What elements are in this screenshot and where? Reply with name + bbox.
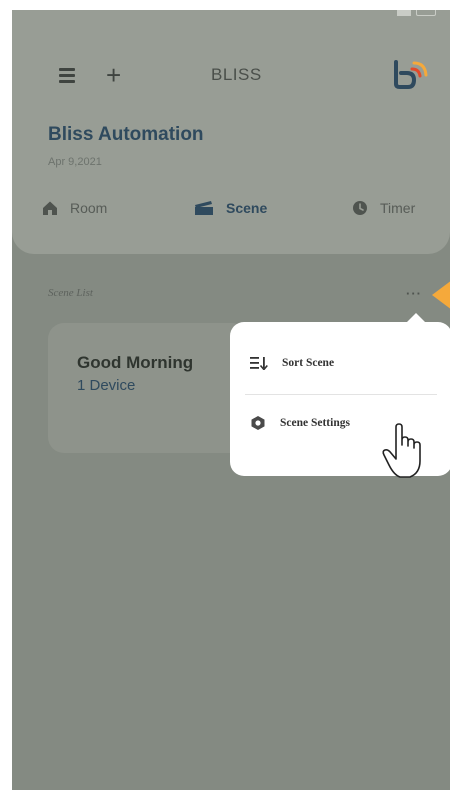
clock-icon <box>353 201 367 215</box>
header-card: + BLISS Bliss Automation Apr 9,2021 Room… <box>12 10 450 254</box>
status-bar-icons <box>397 10 436 16</box>
app-title: BLISS <box>211 65 262 84</box>
company-name: Bliss Automation <box>48 124 204 145</box>
tab-bar: Room Scene Timer <box>42 200 442 226</box>
tab-timer-label: Timer <box>380 200 416 216</box>
tab-room[interactable]: Room <box>42 200 107 216</box>
sort-icon <box>250 357 268 370</box>
clapperboard-icon <box>195 201 213 215</box>
hexagon-settings-icon <box>251 416 265 430</box>
scene-list-label: Scene List <box>48 287 93 299</box>
highlight-arrow-icon <box>432 280 450 310</box>
menu-item-label: Scene Settings <box>280 417 350 429</box>
menu-item-sort-scene[interactable]: Sort Scene <box>250 356 334 370</box>
tab-timer[interactable]: Timer <box>352 200 415 216</box>
house-icon <box>43 201 57 215</box>
tab-scene-label: Scene <box>226 200 268 216</box>
menu-item-label: Sort Scene <box>282 357 335 369</box>
battery-icon <box>416 10 436 16</box>
more-options-icon[interactable]: ··· <box>406 286 422 301</box>
hand-pointer-icon <box>382 423 421 478</box>
add-icon[interactable]: + <box>106 62 121 88</box>
menu-item-scene-settings[interactable]: Scene Settings <box>250 415 350 431</box>
date-label: Apr 9,2021 <box>48 156 102 168</box>
bliss-logo-icon <box>394 60 428 89</box>
signal-icon <box>397 10 411 16</box>
app-screen: + BLISS Bliss Automation Apr 9,2021 Room… <box>12 10 450 790</box>
menu-divider <box>245 394 437 395</box>
tab-room-label: Room <box>70 200 108 216</box>
hamburger-menu-icon[interactable] <box>59 68 75 83</box>
scene-name: Good Morning <box>77 353 194 372</box>
scene-device-count: 1 Device <box>77 377 136 394</box>
scene-card[interactable]: Good Morning 1 Device <box>48 323 248 453</box>
tab-scene[interactable]: Scene <box>194 200 267 216</box>
popup-notch <box>406 313 426 323</box>
